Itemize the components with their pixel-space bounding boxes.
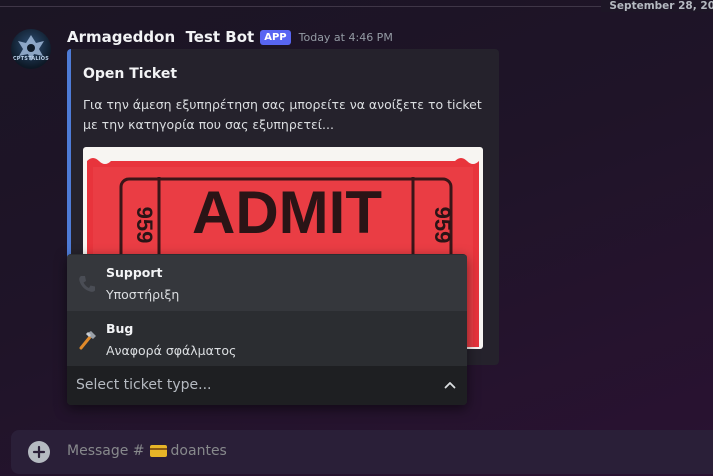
option-label: Support — [106, 265, 163, 280]
channel-name: doantes — [170, 443, 227, 459]
message-header: Armageddon Test Bot APP Today at 4:46 PM — [67, 27, 393, 47]
chevron-up-icon[interactable] — [443, 378, 457, 392]
avatar[interactable]: CPTSTALIOS — [11, 29, 51, 69]
composer-prefix: Message # — [67, 443, 145, 459]
app-badge: APP — [260, 29, 291, 45]
avatar-label: CPTSTALIOS — [12, 56, 50, 62]
author-name[interactable]: Armageddon Test Bot — [67, 28, 254, 46]
add-attachment-button[interactable] — [28, 441, 50, 463]
message-composer[interactable]: Message # doantes — [11, 430, 713, 474]
select-placeholder: Select ticket type... — [76, 377, 212, 393]
hammer-icon — [79, 331, 96, 350]
svg-text:959: 959 — [132, 207, 157, 244]
option-label: Bug — [106, 321, 134, 336]
telephone-icon — [79, 276, 95, 292]
plus-icon — [32, 445, 46, 459]
select-option-support[interactable]: Support Υποστήριξη — [67, 255, 467, 311]
select-option-bug[interactable]: Bug Αναφορά σφάλματος — [67, 311, 467, 367]
ticket-type-select-menu[interactable]: Support Υποστήριξη Bug Αναφορά σφάλματος… — [67, 254, 467, 405]
embed-description: Για την άμεση εξυπηρέτηση σας μπορείτε ν… — [83, 97, 482, 132]
message-input[interactable]: Message # doantes — [67, 443, 227, 459]
date-divider-label: September 28, 20 — [601, 0, 713, 12]
select-input[interactable]: Select ticket type... — [67, 366, 467, 405]
option-description: Αναφορά σφάλματος — [106, 343, 237, 358]
message-timestamp: Today at 4:46 PM — [298, 30, 393, 44]
avatar-emblem-icon — [18, 35, 44, 61]
option-description: Υποστήριξη — [106, 287, 180, 302]
embed-title: Open Ticket — [83, 66, 178, 82]
svg-text:ADMIT: ADMIT — [192, 179, 382, 246]
credit-card-icon — [149, 445, 167, 457]
svg-text:959: 959 — [430, 207, 455, 244]
